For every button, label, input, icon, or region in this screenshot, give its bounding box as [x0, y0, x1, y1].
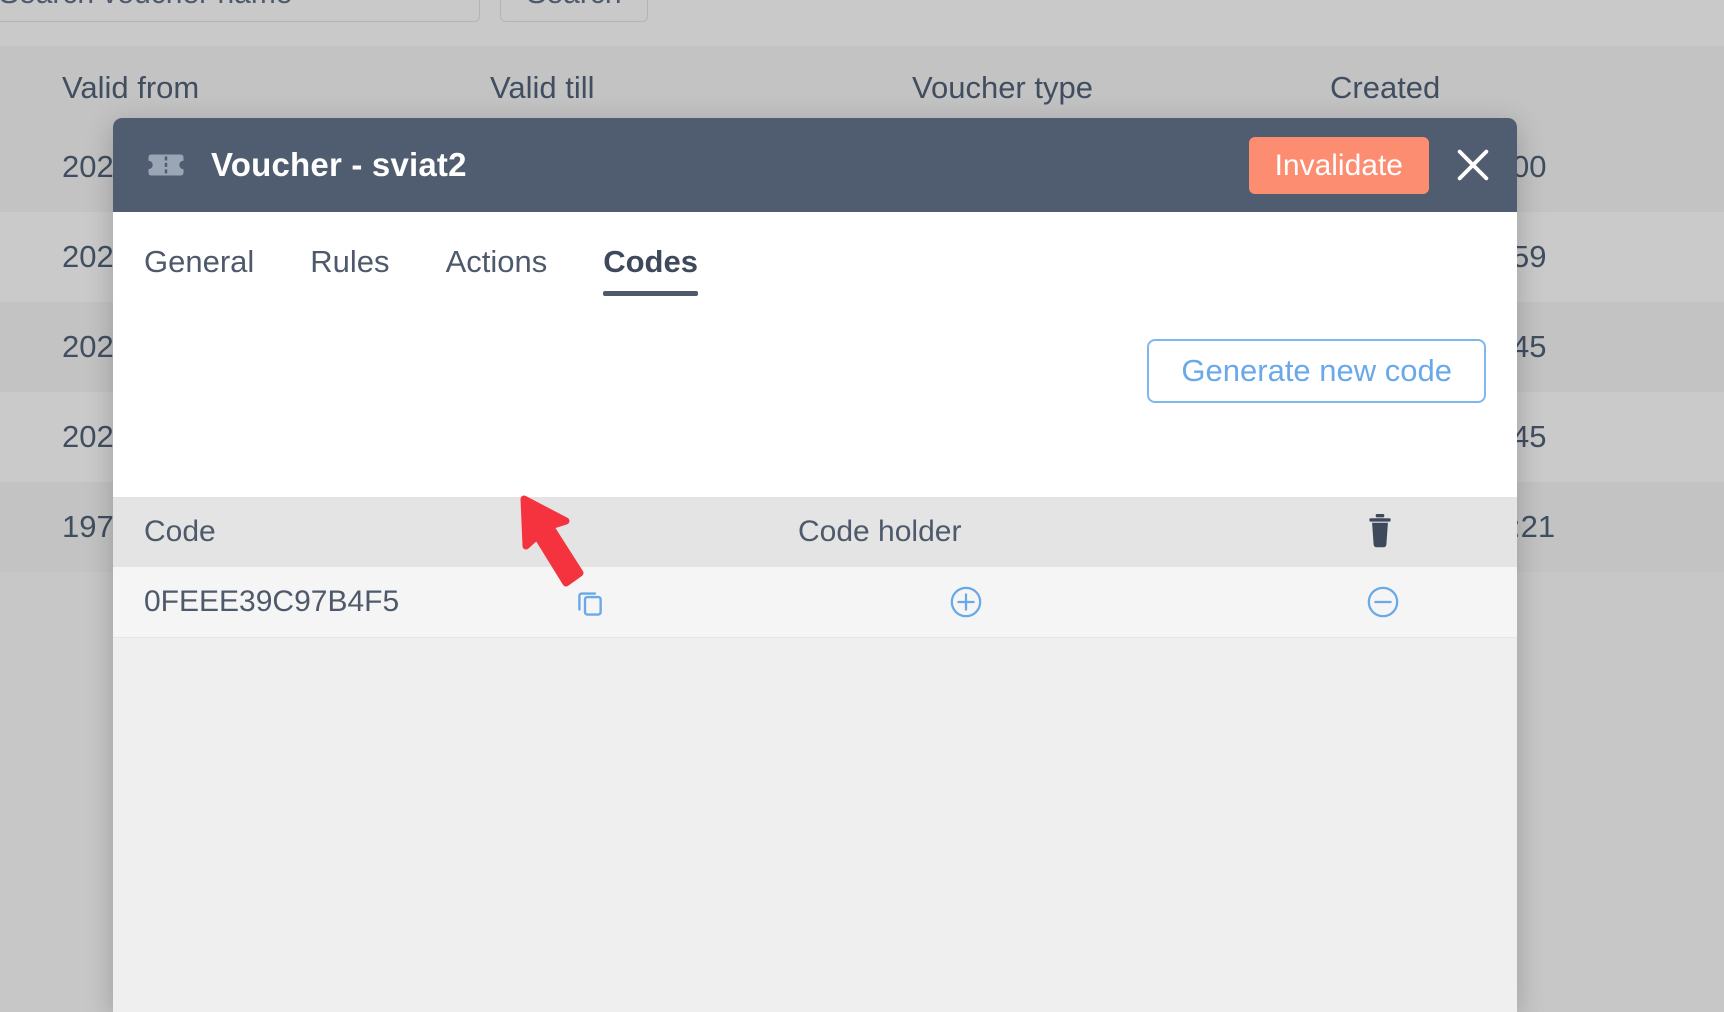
- generate-new-code-button[interactable]: Generate new code: [1147, 339, 1486, 403]
- cell-valid-from: 202: [62, 239, 114, 274]
- column-header-created: Created: [1330, 70, 1441, 105]
- tab-bar: General Rules Actions Codes: [113, 212, 1517, 296]
- cell-created: 59: [1512, 239, 1547, 274]
- code-value: 0FEEE39C97B4F5: [144, 585, 400, 618]
- cell-created: 45: [1512, 419, 1547, 454]
- plus-circle-icon: [949, 586, 983, 622]
- background-search-bar: Search voucher name Search: [0, 0, 1724, 46]
- tab-actions[interactable]: Actions: [446, 238, 548, 296]
- modal-tab-panel: General Rules Actions Codes Generate new…: [113, 212, 1517, 497]
- page-title: Voucher - sviat2: [211, 146, 467, 183]
- search-input[interactable]: Search voucher name: [0, 0, 480, 22]
- modal-header: Voucher - sviat2 Invalidate: [113, 118, 1517, 212]
- search-button[interactable]: Search: [500, 0, 648, 22]
- codes-table: Code Code holder 0FEEE39C97B4F5: [113, 497, 1517, 1010]
- close-button[interactable]: [1429, 118, 1517, 212]
- remove-code-button[interactable]: [1366, 585, 1400, 619]
- screen: Search voucher name Search Valid from Va…: [0, 0, 1724, 1012]
- column-header-code: Code: [144, 515, 216, 548]
- column-header-valid-till: Valid till: [490, 70, 595, 105]
- add-code-holder-button[interactable]: [949, 585, 983, 619]
- column-header-code-holder: Code holder: [798, 515, 962, 548]
- trash-icon[interactable]: [1363, 511, 1397, 556]
- table-row[interactable]: 0FEEE39C97B4F5: [113, 567, 1517, 638]
- column-header-valid-from: Valid from: [62, 70, 200, 105]
- tab-rules[interactable]: Rules: [310, 238, 389, 296]
- invalidate-button[interactable]: Invalidate: [1248, 136, 1429, 194]
- cell-valid-from: 202: [62, 329, 114, 364]
- codes-table-header: Code Code holder: [113, 497, 1517, 567]
- cell-created: :21: [1512, 509, 1556, 544]
- cell-created: 45: [1512, 329, 1547, 364]
- generate-new-code-wrap: Generate new code: [1147, 339, 1486, 403]
- tab-codes[interactable]: Codes: [603, 238, 698, 296]
- column-header-voucher-type: Voucher type: [912, 70, 1093, 105]
- close-icon: [1453, 145, 1493, 185]
- tab-general[interactable]: General: [144, 238, 254, 296]
- cell-valid-from: 202: [62, 419, 114, 454]
- background-table-header: Valid from Valid till Voucher type Creat…: [0, 46, 1724, 122]
- cell-created: 00: [1512, 149, 1547, 184]
- copy-code-button[interactable]: [575, 587, 605, 617]
- cell-valid-from: 202: [62, 149, 114, 184]
- ticket-icon: [145, 144, 187, 186]
- codes-table-empty-area: [113, 638, 1517, 1010]
- copy-icon: [575, 592, 605, 620]
- voucher-detail-modal: Voucher - sviat2 Invalidate General Rule…: [113, 118, 1517, 1012]
- minus-circle-icon: [1366, 586, 1400, 622]
